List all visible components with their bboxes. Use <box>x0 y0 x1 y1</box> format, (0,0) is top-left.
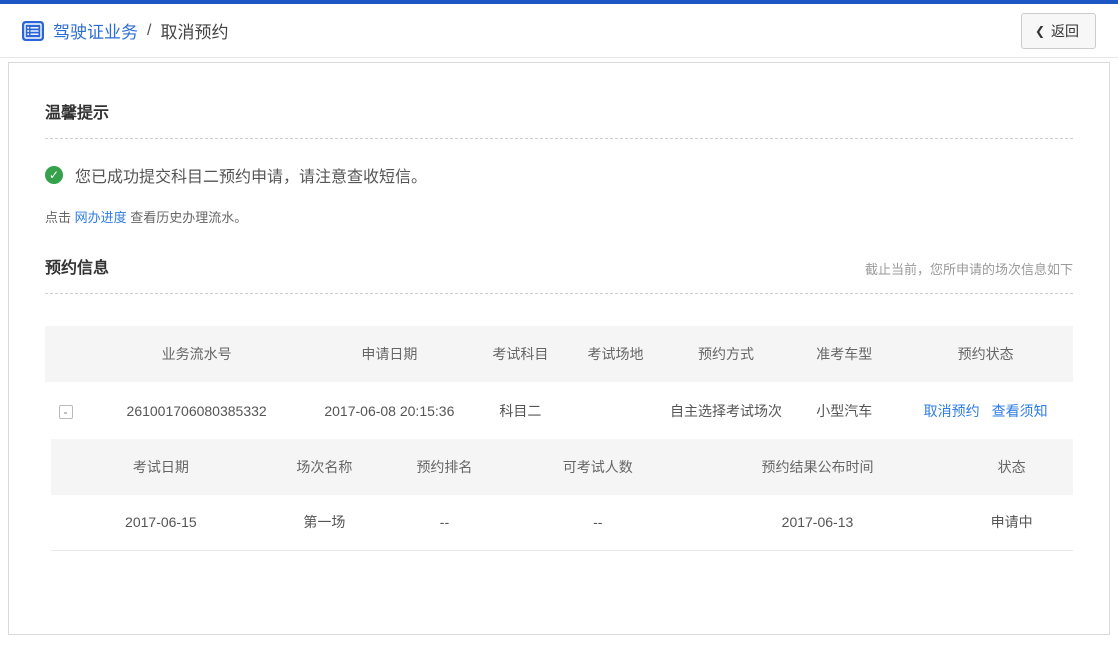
success-check-icon: ✓ <box>45 166 63 184</box>
header-exam-date: 考试日期 <box>51 439 271 495</box>
header-serial-number: 业务流水号 <box>86 326 307 382</box>
header-apply-date: 申请日期 <box>307 326 471 382</box>
header-booking-rank: 预约排名 <box>378 439 511 495</box>
chevron-left-icon: ❮ <box>1035 25 1045 37</box>
cell-exam-venue <box>569 382 662 439</box>
cell-serial-number: 261001706080385332 <box>86 382 307 439</box>
progress-hint-line: 点击 网办进度 查看历史办理流水。 <box>45 207 1073 226</box>
cell-vehicle-type: 小型汽车 <box>790 382 898 439</box>
header-exam-subject: 考试科目 <box>472 326 570 382</box>
header-expander-spacer <box>45 326 86 382</box>
content-panel: 温馨提示 ✓ 您已成功提交科目二预约申请，请注意查收短信。 点击 网办进度 查看… <box>8 62 1110 635</box>
header-status: 状态 <box>950 439 1073 495</box>
appointment-main-table: 业务流水号 申请日期 考试科目 考试场地 预约方式 准考车型 预约状态 - 26… <box>45 326 1073 439</box>
appointment-section-title: 预约信息 <box>45 254 109 278</box>
cell-available-count: -- <box>511 495 685 550</box>
cell-result-publish-time: 2017-06-13 <box>685 495 951 550</box>
cell-status: 申请中 <box>950 495 1073 550</box>
list-document-icon <box>22 21 44 41</box>
page-header: 驾驶证业务 / 取消预约 ❮ 返回 <box>0 4 1118 58</box>
header-booking-status: 预约状态 <box>898 326 1073 382</box>
appointment-note: 截止当前，您所申请的场次信息如下 <box>865 259 1073 278</box>
cell-exam-subject: 科目二 <box>472 382 570 439</box>
cell-session-name: 第一场 <box>271 495 378 550</box>
progress-hint-prefix: 点击 <box>45 210 75 225</box>
collapse-row-toggle[interactable]: - <box>59 405 73 419</box>
cell-expander: - <box>45 382 86 439</box>
header-booking-method: 预约方式 <box>662 326 791 382</box>
back-button[interactable]: ❮ 返回 <box>1021 13 1096 49</box>
tips-section-title: 温馨提示 <box>45 63 1073 123</box>
online-progress-link[interactable]: 网办进度 <box>75 210 127 225</box>
breadcrumb-cancel-appointment: 取消预约 <box>160 18 228 43</box>
success-message-row: ✓ 您已成功提交科目二预约申请，请注意查收短信。 <box>45 163 1073 187</box>
progress-hint-suffix: 查看历史办理流水。 <box>127 210 248 225</box>
breadcrumb-license-business-link[interactable]: 驾驶证业务 <box>53 18 138 43</box>
cell-booking-status-actions: 取消预约查看须知 <box>898 382 1073 439</box>
header-exam-venue: 考试场地 <box>569 326 662 382</box>
header-vehicle-type: 准考车型 <box>790 326 898 382</box>
cell-apply-date: 2017-06-08 20:15:36 <box>307 382 471 439</box>
tips-divider <box>45 138 1073 139</box>
main-table-data-row: - 261001706080385332 2017-06-08 20:15:36… <box>45 382 1073 439</box>
header-result-publish-time: 预约结果公布时间 <box>685 439 951 495</box>
cell-booking-rank: -- <box>378 495 511 550</box>
header-available-count: 可考试人数 <box>511 439 685 495</box>
main-table-header-row: 业务流水号 申请日期 考试科目 考试场地 预约方式 准考车型 预约状态 <box>45 326 1073 382</box>
sub-table-header-row: 考试日期 场次名称 预约排名 可考试人数 预约结果公布时间 状态 <box>51 439 1073 495</box>
breadcrumb: 驾驶证业务 / 取消预约 <box>22 18 228 43</box>
success-message-text: 您已成功提交科目二预约申请，请注意查收短信。 <box>75 163 427 187</box>
view-notice-link[interactable]: 查看须知 <box>992 403 1048 419</box>
header-session-name: 场次名称 <box>271 439 378 495</box>
cell-exam-date: 2017-06-15 <box>51 495 271 550</box>
cell-booking-method: 自主选择考试场次 <box>662 382 791 439</box>
sub-table-data-row: 2017-06-15 第一场 -- -- 2017-06-13 申请中 <box>51 495 1073 550</box>
back-button-label: 返回 <box>1051 21 1079 41</box>
session-detail-table: 考试日期 场次名称 预约排名 可考试人数 预约结果公布时间 状态 2017-06… <box>51 439 1073 551</box>
breadcrumb-separator: / <box>147 22 151 40</box>
appointment-section-head: 预约信息 截止当前，您所申请的场次信息如下 <box>45 254 1073 278</box>
appointment-divider <box>45 293 1073 294</box>
cancel-appointment-link[interactable]: 取消预约 <box>924 403 980 419</box>
